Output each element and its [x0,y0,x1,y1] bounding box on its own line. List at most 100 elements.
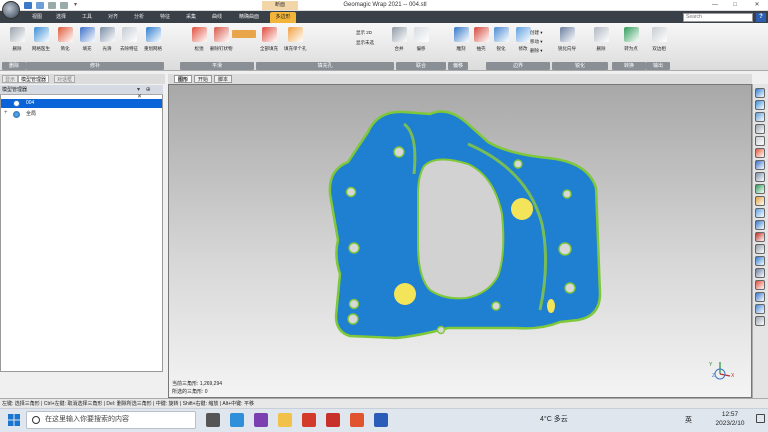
view-tool-icon[interactable] [755,232,765,242]
ribbon-button-15[interactable]: 锐化 [490,27,512,52]
show-unselected-checkbox[interactable]: 显示未选 [356,40,388,46]
view-tool-icon[interactable] [755,196,765,206]
onenote-icon[interactable] [254,413,268,427]
ribbon-button-2[interactable]: 简化 [54,27,76,52]
view-tool-icon[interactable] [755,136,765,146]
ribbon-button-10[interactable]: 填充单个孔 [284,27,307,52]
ribbon-button-7[interactable]: 松弛 [188,27,210,52]
taskbar-search-input[interactable]: 在这里输入你要搜索的内容 [26,411,196,429]
boundary-move-menu[interactable]: 移动 ▾ [530,39,543,45]
tab-view[interactable]: 视图 [28,12,46,23]
panel-header-controls[interactable]: ▾ ⊕ ✕ [137,86,161,100]
view-tool-icon[interactable] [755,148,765,158]
tab-feature[interactable]: 特征 [156,12,174,23]
view-tool-icon[interactable] [755,172,765,182]
tab-polygons[interactable]: 多边形 [270,12,296,23]
ribbon-tool-icon [121,27,137,42]
ribbon-button-1[interactable]: 网格医生 [30,27,52,52]
word-icon[interactable] [374,413,388,427]
view-tool-icon[interactable] [755,220,765,230]
view-tool-icon[interactable] [755,316,765,326]
notification-icon[interactable] [756,414,765,423]
redo-icon[interactable] [60,2,68,9]
dx-icon[interactable] [326,413,340,427]
view-tab-script[interactable]: 脚本 [214,75,233,83]
view-tool-icon[interactable] [755,100,765,110]
tab-capture[interactable]: 采集 [182,12,200,23]
close-button[interactable]: ✕ [750,1,764,10]
file-explorer-icon[interactable] [278,413,292,427]
view-tool-icon[interactable] [755,244,765,254]
ribbon-button-12[interactable]: 偏移 [410,27,432,52]
mesh-model[interactable] [168,84,752,398]
show-2d-checkbox[interactable]: 显示 2D [356,30,388,36]
ribbon-button-0[interactable]: 删除 [6,27,28,52]
ribbon-tool-icon [473,27,489,42]
recorder-icon[interactable] [302,413,316,427]
ribbon-group-label: 锐化 [552,62,608,70]
task-view-icon[interactable] [206,413,220,427]
view-tab-graphics[interactable]: 图形 [174,75,193,83]
expand-icon[interactable]: + [4,110,8,116]
wps-word-icon[interactable] [350,413,364,427]
tab-curves[interactable]: 曲线 [208,12,226,23]
clock-time[interactable]: 12:57 [708,411,752,418]
view-tool-icon[interactable] [755,184,765,194]
panel-tab-display[interactable]: 显示 [2,75,19,83]
windows-start-icon[interactable] [8,414,20,426]
tab-select[interactable]: 选择 [52,12,70,23]
tab-align[interactable]: 对齐 [104,12,122,23]
panel-tab-dialog[interactable]: 对话框 [54,75,76,83]
ribbon-button-11[interactable]: 合并 [388,27,410,52]
ribbon-button-9[interactable]: 全部填充 [258,27,280,52]
help-icon[interactable]: ? [756,13,766,22]
tree-item-004[interactable]: 004 [1,99,162,108]
edge-icon[interactable] [230,413,244,427]
save-icon[interactable] [36,2,44,9]
hole-type-icon[interactable] [232,30,256,38]
ribbon-tool-icon [145,27,161,42]
ribbon-button-17[interactable]: 锐化向导 [556,27,578,52]
view-tool-icon[interactable] [755,208,765,218]
view-tool-icon[interactable] [755,304,765,314]
maximize-button[interactable]: □ [728,1,742,10]
view-tool-icon[interactable] [755,124,765,134]
tab-analysis[interactable]: 分析 [130,12,148,23]
ribbon-button-3[interactable]: 填充 [76,27,98,52]
new-file-icon[interactable] [24,2,32,9]
panel-tab-model-manager[interactable]: 模型管理器 [18,75,50,83]
ribbon-button-19[interactable]: 转为点 [620,27,642,52]
search-icon [32,416,40,424]
view-tool-icon[interactable] [755,280,765,290]
view-tool-icon[interactable] [755,88,765,98]
triangle-count: 当前三角形: 1,269,294 [172,381,223,387]
ribbon-button-4[interactable]: 光滑 [96,27,118,52]
undo-icon[interactable] [48,2,56,9]
view-tool-icon[interactable] [755,292,765,302]
view-tool-icon[interactable] [755,160,765,170]
weather-widget[interactable]: 4°C 多云 [540,414,568,424]
tree-item-global[interactable]: 全局 [1,110,162,119]
ribbon-button-6[interactable]: 重划网格 [142,27,164,52]
ribbon-button-18[interactable]: 删除 [590,27,612,52]
view-tool-icon[interactable] [755,112,765,122]
command-search-input[interactable]: Search [683,13,753,22]
view-tab-start[interactable]: 开始 [194,75,213,83]
tab-tools[interactable]: 工具 [78,12,96,23]
view-tool-icon[interactable] [755,256,765,266]
clock-date[interactable]: 2023/2/10 [708,420,752,427]
boundary-delete-menu[interactable]: 删除 ▾ [530,48,543,54]
ribbon-button-20[interactable]: 双边相 [648,27,670,52]
minimize-button[interactable]: — [708,1,722,10]
ribbon-button-13[interactable]: 雕刻 [450,27,472,52]
ribbon-button-14[interactable]: 抽壳 [470,27,492,52]
ribbon-button-8[interactable]: 删除钉状物 [210,27,233,52]
ribbon-button-5[interactable]: 去除特征 [118,27,140,52]
view-tool-icon[interactable] [755,268,765,278]
quick-access-dropdown-icon[interactable]: ▾ [74,1,77,8]
app-menu-icon[interactable] [2,1,20,19]
boundary-create-menu[interactable]: 创建 ▾ [530,30,543,36]
globe-icon [13,111,20,118]
input-language-indicator[interactable]: 英 [685,415,692,425]
tab-exact-surfaces[interactable]: 精确曲面 [234,12,264,23]
